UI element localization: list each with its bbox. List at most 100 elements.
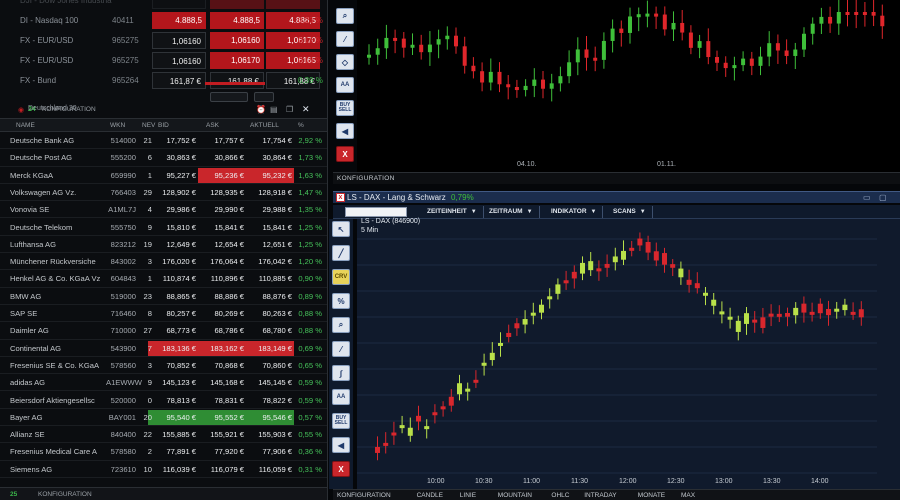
index-row[interactable]: FX - Bund965264161,87 €161,88 €161,88 €0… [0, 72, 327, 92]
table-row[interactable]: Fresenius Medical Care A 578580 2 77,891 €7… [0, 443, 327, 461]
table-row[interactable]: Beiersdorf Aktiengesellsc 520000 0 78,813 €… [0, 392, 327, 409]
index-row[interactable]: DJI - Dow Jones Industria [0, 0, 327, 12]
curve-icon[interactable]: ∫ [332, 365, 350, 381]
main-candlestick-chart[interactable]: 10:00 10:30 11:00 11:30 12:00 12:30 13:00 13:30… [357, 218, 900, 489]
candle [612, 247, 618, 271]
table-row[interactable]: Fresenius SE & Co. KGaA 578560 3 70,852 €70… [0, 357, 327, 375]
chart-type-intraday[interactable]: INTRADAY [584, 492, 616, 499]
stock-akt: 68,780 € [262, 326, 292, 336]
top-konfig-label[interactable]: KONFIGURATION [337, 175, 395, 182]
footer-config-tab[interactable]: KONFIGURATION [38, 491, 92, 498]
alarm-icon[interactable]: ⏰ [256, 105, 266, 114]
line-icon[interactable]: ╱ [332, 245, 350, 261]
stock-wkn: 766403 [110, 187, 136, 197]
stock-ask: 17,757 € [214, 136, 244, 145]
stock-akt: 15,841 € [262, 222, 292, 232]
index-wkn: 965275 [112, 56, 139, 65]
table-row[interactable]: Daimler AG 710000 27 68,773 €68,786 €68,780… [0, 322, 327, 340]
index-row[interactable]: FX - EUR/USD 965275 1,06160 1,06160 1,06170 0… [0, 32, 327, 52]
col-ask[interactable]: ASK [206, 122, 219, 129]
index-pct: 0,18 % [298, 56, 323, 65]
stock-bid: 155,885 € [162, 430, 196, 440]
window-max-icon[interactable]: ▢ [879, 193, 887, 202]
table-row[interactable]: Bayer AG BAY001 20 95,540 €95,552 €95,546 €… [0, 409, 327, 427]
close-icon[interactable]: X [332, 461, 350, 477]
stock-bid: 68,773 € [166, 326, 196, 336]
stock-pct: 0,31 % [298, 464, 322, 474]
chart-type-konfiguration[interactable]: KONFIGURATION [337, 492, 391, 499]
speaker-icon[interactable]: ◀ [332, 437, 350, 453]
candle [580, 256, 585, 281]
zoom-icon[interactable]: ⌕ [332, 317, 350, 333]
stock-wkn: 519000 [110, 291, 136, 301]
col-vol[interactable]: NEV [142, 122, 155, 129]
close-icon[interactable]: ✕ [302, 104, 310, 115]
index-pct: 0,39 % [298, 76, 323, 85]
chart-type-monate[interactable]: MONATE [638, 492, 665, 499]
table-row[interactable]: Lufthansa AG 823212 19 12,649 €12,654 €12,6… [0, 236, 327, 254]
table-row[interactable]: Merck KGaA 659990 1 95,227 €95,236 €95,232 … [0, 167, 327, 184]
candle [809, 302, 815, 322]
table-row[interactable]: Münchener Rückversiche 843002 3 176,020 €17… [0, 253, 327, 271]
speaker-icon[interactable]: ◀ [336, 123, 354, 139]
buy-sell-icon[interactable]: BUY SELL [332, 413, 350, 429]
buy-sell-icon[interactable]: BUY SELL [336, 100, 354, 116]
candle [506, 75, 511, 100]
percent-icon[interactable]: % [332, 293, 350, 309]
chart-close-icon[interactable]: x [336, 193, 345, 202]
stock-pct: 1,47 % [298, 187, 322, 197]
table-row[interactable]: Volkswagen AG Vz. 766403 29 128,902 €128,93… [0, 184, 327, 202]
stock-akt: 116,059 € [258, 464, 292, 474]
tab-scans[interactable]: SCANS ▼ [607, 206, 653, 218]
table-row[interactable]: Vonovia SE A1ML7J 4 29,986 €29,990 €29,988 … [0, 201, 327, 219]
chart-search-input[interactable] [345, 207, 407, 217]
window-min-icon[interactable]: ▭ [863, 193, 871, 202]
table-row[interactable]: BMW AG 519000 23 88,865 €88,886 €88,876 €0,… [0, 288, 327, 305]
index-select[interactable]: Deutschland 30 [16, 104, 106, 115]
copy-icon[interactable]: ❐ [286, 105, 293, 114]
table-row[interactable]: Henkel AG & Co. KGaA Vz 604843 1 110,874 €1… [0, 270, 327, 288]
tab-indikator[interactable]: INDIKATOR ▼ [545, 206, 604, 218]
print-icon[interactable]: ▤ [270, 105, 278, 114]
close-icon[interactable]: X [336, 146, 354, 162]
chart-type-mountain[interactable]: MOUNTAIN [498, 492, 532, 499]
table-row[interactable]: Continental AG 543900 7 183,136 €183,162 €1… [0, 340, 327, 357]
chart-type-linie[interactable]: LINIE [460, 492, 476, 499]
search-icon[interactable]: ⌕ [336, 8, 354, 24]
top-candlestick-chart[interactable]: 04.10. 01.11. [357, 0, 900, 172]
col-akt[interactable]: AKTUELL [250, 122, 279, 129]
col-pct[interactable]: % [298, 122, 304, 129]
col-name[interactable]: NAME [16, 122, 35, 129]
chart-type-max[interactable]: MAX [681, 492, 695, 499]
table-row[interactable]: Deutsche Post AG 555200 6 30,863 €30,866 €3… [0, 149, 327, 167]
col-bid[interactable]: BID [158, 122, 169, 129]
chart-type-ohlc[interactable]: OHLC [551, 492, 569, 499]
crv-icon[interactable]: CRV [332, 269, 350, 285]
stock-name: Deutsche Telekom [10, 222, 73, 232]
chart-type-candle[interactable]: CANDLE [417, 492, 443, 499]
table-row[interactable]: adidas AG A1EWWW 9 145,123 €145,168 €145,14… [0, 374, 327, 392]
table-row[interactable]: Deutsche Telekom 555750 9 15,810 €15,841 €1… [0, 219, 327, 236]
index-row[interactable]: DI - Nasdaq 100 40411 4.888,5 4.888,5 4.888,… [0, 12, 327, 32]
stock-wkn: 578560 [110, 360, 136, 370]
table-row[interactable]: SAP SE 716460 8 80,257 €80,269 €80,263 €0,8… [0, 305, 327, 323]
index-row[interactable]: FX - EUR/USD 965275 1,06160 1,06170 1,06165 0… [0, 52, 327, 72]
pen-icon[interactable]: ⁄ [332, 341, 350, 357]
index-minimize-button[interactable] [254, 92, 274, 102]
candle [744, 306, 749, 335]
aa-icon[interactable]: AA [332, 389, 350, 405]
tab-zeiteinheit[interactable]: ZEITEINHEIT ▼ [421, 206, 484, 218]
col-wkn[interactable]: WKN [110, 122, 125, 129]
table-row[interactable]: Deutsche Bank AG 514000 21 17,752 €17,757 €… [0, 132, 327, 150]
table-row[interactable]: Allianz SE 840400 22 155,885 €155,921 €155,… [0, 426, 327, 444]
candle [514, 79, 519, 98]
stock-wkn: A1ML7J [108, 205, 136, 215]
table-row[interactable]: Siemens AG 723610 10 116,039 €116,079 €116,… [0, 461, 327, 478]
index-toggle[interactable] [210, 92, 248, 102]
cursor-icon[interactable]: ↖ [332, 221, 350, 237]
pen-icon[interactable]: ⁄ [336, 31, 354, 47]
aa-icon[interactable]: AA [336, 77, 354, 93]
stock-wkn: 555200 [110, 153, 136, 163]
triangle-icon[interactable]: ◇ [336, 54, 354, 70]
tab-zeitraum[interactable]: ZEITRAUM ▼ [483, 206, 540, 218]
